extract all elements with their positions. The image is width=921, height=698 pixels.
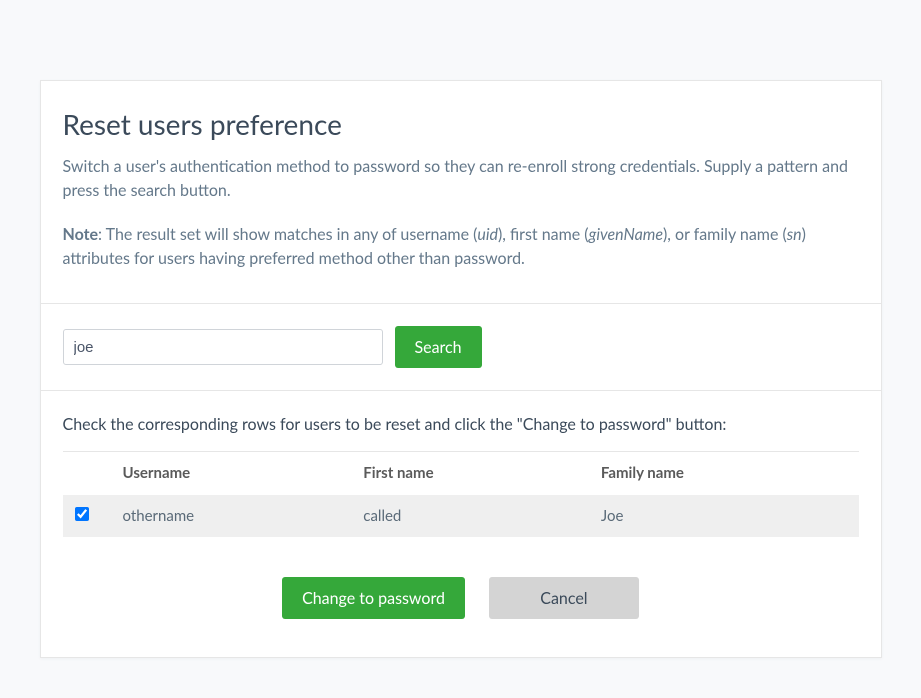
cancel-button[interactable]: Cancel bbox=[489, 577, 639, 619]
table-header-row: Username First name Family name bbox=[63, 452, 859, 495]
cell-firstname: called bbox=[351, 495, 589, 538]
results-section: Check the corresponding rows for users t… bbox=[41, 390, 881, 657]
col-check-header bbox=[63, 452, 111, 495]
search-section: Search bbox=[41, 303, 881, 390]
note-label: Note bbox=[63, 225, 99, 244]
col-firstname-header: First name bbox=[351, 452, 589, 495]
results-instruction: Check the corresponding rows for users t… bbox=[63, 413, 859, 437]
note-attr-uid: uid bbox=[477, 225, 498, 244]
search-button[interactable]: Search bbox=[395, 326, 482, 368]
page-description: Switch a user's authentication method to… bbox=[63, 155, 859, 203]
table-row: othername called Joe bbox=[63, 495, 859, 538]
search-input[interactable] bbox=[63, 329, 383, 365]
page-note: Note: The result set will show matches i… bbox=[63, 223, 859, 271]
note-mid1: ), first name ( bbox=[498, 225, 589, 244]
row-checkbox[interactable] bbox=[75, 507, 89, 521]
actions-bar: Change to password Cancel bbox=[63, 537, 859, 627]
card-header: Reset users preference Switch a user's a… bbox=[41, 81, 881, 303]
reset-preference-card: Reset users preference Switch a user's a… bbox=[40, 80, 882, 658]
cell-username: othername bbox=[111, 495, 352, 538]
note-attr-sn: sn bbox=[787, 225, 802, 244]
change-to-password-button[interactable]: Change to password bbox=[282, 577, 465, 619]
users-table: Username First name Family name othernam… bbox=[63, 451, 859, 537]
col-username-header: Username bbox=[111, 452, 352, 495]
cell-familyname: Joe bbox=[589, 495, 859, 538]
note-prefix: : The result set will show matches in an… bbox=[98, 225, 477, 244]
note-attr-givenname: givenName bbox=[589, 225, 663, 244]
col-familyname-header: Family name bbox=[589, 452, 859, 495]
page-title: Reset users preference bbox=[63, 103, 859, 145]
note-mid2: ), or family name ( bbox=[663, 225, 787, 244]
